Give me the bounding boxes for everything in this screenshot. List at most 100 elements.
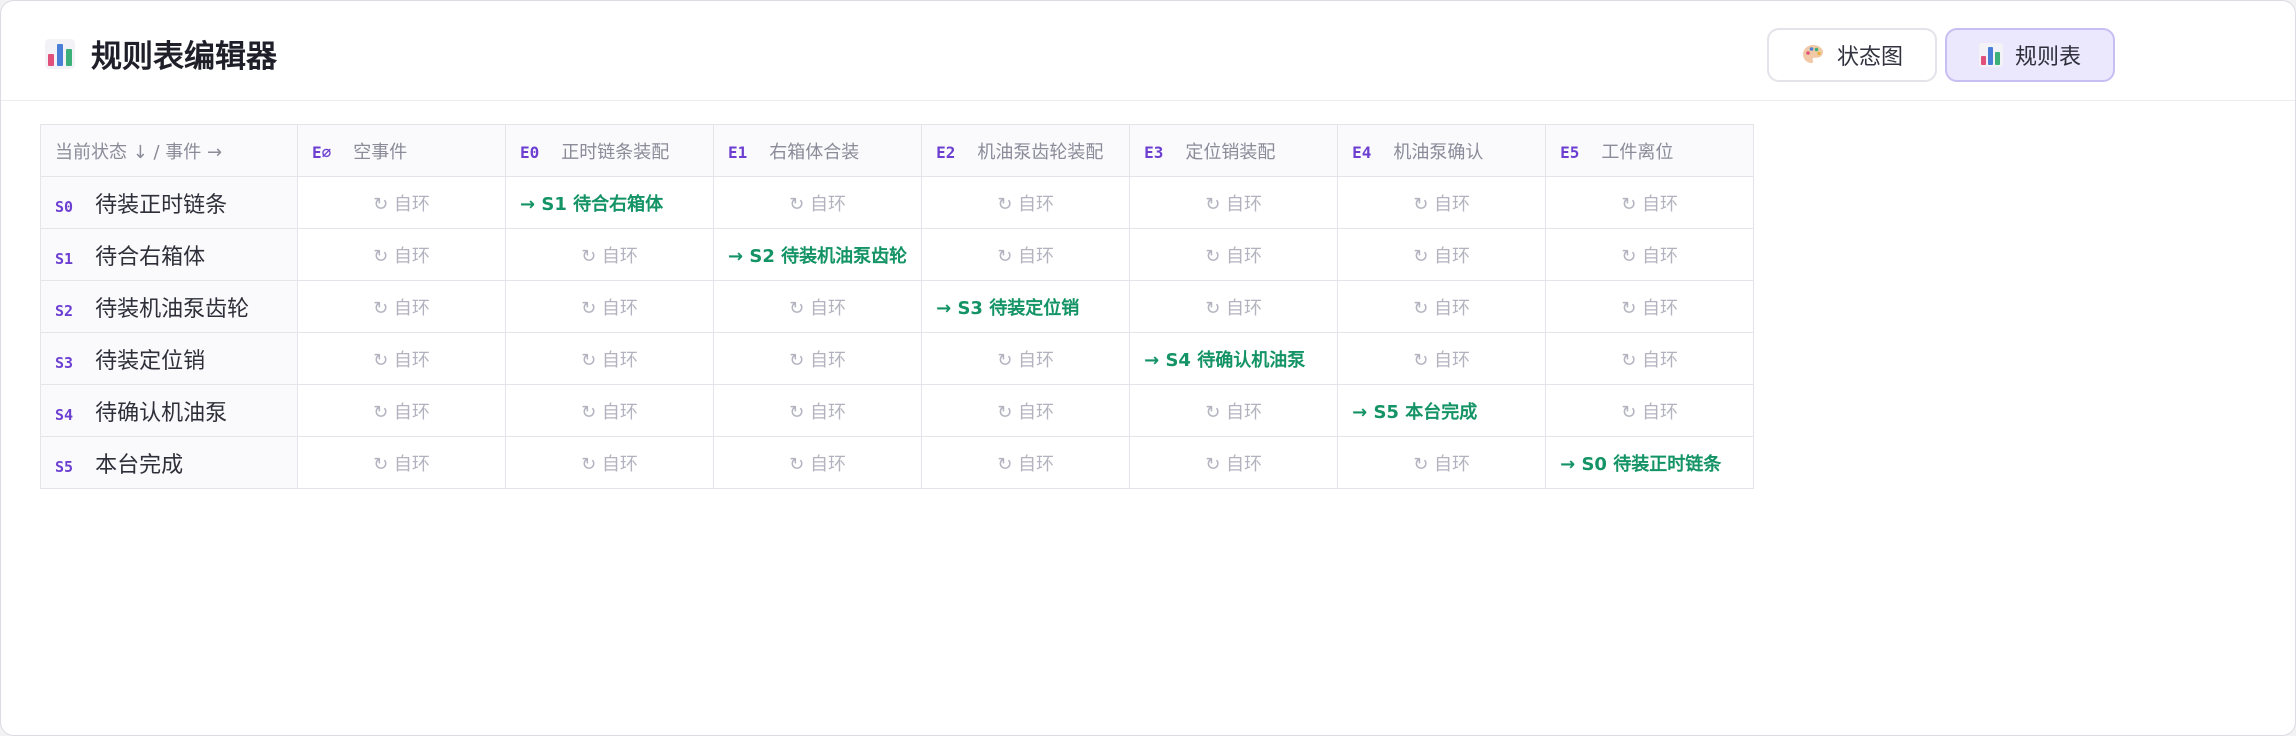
event-header: E4 机油泵确认 — [1337, 124, 1547, 177]
self-loop-cell[interactable]: ↻ 自环 — [1129, 176, 1339, 229]
transition-cell[interactable]: → S3 待装定位销 — [921, 280, 1131, 333]
self-loop-cell[interactable]: ↻ 自环 — [1337, 280, 1547, 333]
state-header: S5 本台完成 — [40, 436, 298, 489]
self-loop-cell[interactable]: ↻ 自环 — [1545, 176, 1755, 229]
event-header: E∅ 空事件 — [297, 124, 506, 177]
state-name: 待合右箱体 — [95, 244, 206, 270]
tab-state-diagram-label: 状态图 — [1836, 45, 1903, 70]
event-name: 右箱体合装 — [769, 141, 860, 163]
self-loop-cell[interactable]: ↻ 自环 — [297, 384, 506, 437]
state-code: S2 — [55, 301, 74, 320]
state-header: S3 待装定位销 — [40, 332, 298, 385]
event-name: 空事件 — [353, 141, 408, 163]
state-name: 待装正时链条 — [95, 192, 228, 218]
page-title-text: 规则表编辑器 — [91, 39, 277, 75]
state-name: 待装机油泵齿轮 — [95, 296, 250, 322]
self-loop-cell[interactable]: ↻ 自环 — [505, 280, 714, 333]
event-code: E∅ — [312, 142, 332, 162]
self-loop-cell[interactable]: ↻ 自环 — [712, 384, 923, 437]
self-loop-cell[interactable]: ↻ 自环 — [1545, 384, 1755, 437]
table-row: S4 待确认机油泵 ↻ 自环 ↻ 自环 ↻ 自环 ↻ 自环 ↻ 自环 → S5 本台完成 ↻ 自… — [40, 384, 1755, 437]
self-loop-cell[interactable]: ↻ 自环 — [712, 332, 923, 385]
self-loop-cell[interactable]: ↻ 自环 — [505, 384, 714, 437]
transition-cell[interactable]: → S0 待装正时链条 — [1545, 436, 1755, 489]
self-loop-cell[interactable]: ↻ 自环 — [921, 436, 1131, 489]
state-name: 待确认机油泵 — [95, 400, 228, 426]
rule-table: 当前状态 ↓ / 事件 → E∅ 空事件 E0 正时链条装配 E1 右箱体合装 E2 机油泵齿… — [40, 124, 1755, 489]
event-code: E5 — [1560, 142, 1580, 162]
corner-header: 当前状态 ↓ / 事件 → — [40, 124, 298, 177]
event-header: E2 机油泵齿轮装配 — [921, 124, 1131, 177]
event-header: E0 正时链条装配 — [505, 124, 714, 177]
table-row: S3 待装定位销 ↻ 自环 ↻ 自环 ↻ 自环 ↻ 自环 → S4 待确认机油泵 ↻ 自环 ↻ … — [40, 332, 1755, 385]
self-loop-cell[interactable]: ↻ 自环 — [297, 332, 506, 385]
self-loop-cell[interactable]: ↻ 自环 — [505, 228, 714, 281]
event-code: E4 — [1352, 142, 1372, 162]
self-loop-cell[interactable]: ↻ 自环 — [505, 332, 714, 385]
self-loop-cell[interactable]: ↻ 自环 — [297, 176, 506, 229]
table-row: S5 本台完成 ↻ 自环 ↻ 自环 ↻ 自环 ↻ 自环 ↻ 自环 ↻ 自环 → S0 待装正时链… — [40, 436, 1755, 489]
self-loop-cell[interactable]: ↻ 自环 — [297, 228, 506, 281]
self-loop-cell[interactable]: ↻ 自环 — [1129, 280, 1339, 333]
transition-cell[interactable]: → S1 待合右箱体 — [505, 176, 714, 229]
event-name: 工件离位 — [1601, 141, 1674, 163]
bar-chart-icon — [1978, 43, 2003, 67]
state-code: S0 — [55, 197, 74, 216]
event-name: 定位销装配 — [1185, 141, 1276, 163]
state-name: 本台完成 — [95, 452, 184, 478]
header: 规则表编辑器 状态图 规则表 — [1, 1, 2295, 101]
self-loop-cell[interactable]: ↻ 自环 — [1545, 332, 1755, 385]
state-header: S0 待装正时链条 — [40, 176, 298, 229]
self-loop-cell[interactable]: ↻ 自环 — [1129, 436, 1339, 489]
transition-cell[interactable]: → S4 待确认机油泵 — [1129, 332, 1339, 385]
self-loop-cell[interactable]: ↻ 自环 — [712, 280, 923, 333]
state-code: S4 — [55, 405, 74, 424]
self-loop-cell[interactable]: ↻ 自环 — [297, 280, 506, 333]
event-code: E2 — [936, 142, 956, 162]
event-name: 正时链条装配 — [561, 141, 670, 163]
self-loop-cell[interactable]: ↻ 自环 — [712, 176, 923, 229]
self-loop-cell[interactable]: ↻ 自环 — [921, 176, 1131, 229]
state-header: S4 待确认机油泵 — [40, 384, 298, 437]
app-window: 规则表编辑器 状态图 规则表 当前状态 ↓ / 事件 → E∅ 空事件 E0 正… — [0, 0, 2296, 736]
event-header: E5 工件离位 — [1545, 124, 1755, 177]
self-loop-cell[interactable]: ↻ 自环 — [1545, 280, 1755, 333]
self-loop-cell[interactable]: ↻ 自环 — [1337, 436, 1547, 489]
self-loop-cell[interactable]: ↻ 自环 — [297, 436, 506, 489]
state-name: 待装定位销 — [95, 348, 206, 374]
event-name: 机油泵确认 — [1393, 141, 1484, 163]
transition-cell[interactable]: → S2 待装机油泵齿轮 — [712, 228, 923, 281]
self-loop-cell[interactable]: ↻ 自环 — [921, 384, 1131, 437]
table-row: S1 待合右箱体 ↻ 自环 ↻ 自环 → S2 待装机油泵齿轮 ↻ 自环 ↻ 自环 ↻ 自环 ↻… — [40, 228, 1755, 281]
view-tabs: 状态图 规则表 — [1767, 28, 2115, 82]
transition-cell[interactable]: → S5 本台完成 — [1337, 384, 1547, 437]
self-loop-cell[interactable]: ↻ 自环 — [1129, 228, 1339, 281]
self-loop-cell[interactable]: ↻ 自环 — [1337, 228, 1547, 281]
event-header: E1 右箱体合装 — [712, 124, 923, 177]
event-code: E0 — [520, 142, 540, 162]
self-loop-cell[interactable]: ↻ 自环 — [712, 436, 923, 489]
self-loop-cell[interactable]: ↻ 自环 — [921, 228, 1131, 281]
tab-state-diagram[interactable]: 状态图 — [1767, 28, 1937, 82]
event-header: E3 定位销装配 — [1129, 124, 1339, 177]
event-code: E1 — [728, 142, 748, 162]
table-header-row: 当前状态 ↓ / 事件 → E∅ 空事件 E0 正时链条装配 E1 右箱体合装 E2 机油泵齿… — [40, 124, 1755, 177]
tab-rule-table[interactable]: 规则表 — [1945, 28, 2115, 82]
palette-icon — [1802, 45, 1823, 63]
self-loop-cell[interactable]: ↻ 自环 — [1337, 332, 1547, 385]
state-code: S5 — [55, 457, 74, 476]
self-loop-cell[interactable]: ↻ 自环 — [921, 332, 1131, 385]
state-header: S1 待合右箱体 — [40, 228, 298, 281]
self-loop-cell[interactable]: ↻ 自环 — [505, 436, 714, 489]
state-code: S3 — [55, 353, 74, 372]
page-title: 规则表编辑器 — [45, 31, 277, 76]
self-loop-cell[interactable]: ↻ 自环 — [1337, 176, 1547, 229]
self-loop-cell[interactable]: ↻ 自环 — [1545, 228, 1755, 281]
event-name: 机油泵齿轮装配 — [977, 141, 1104, 163]
self-loop-cell[interactable]: ↻ 自环 — [1129, 384, 1339, 437]
bar-chart-icon — [45, 38, 75, 69]
table-row: S0 待装正时链条 ↻ 自环 → S1 待合右箱体 ↻ 自环 ↻ 自环 ↻ 自环 ↻ 自环 ↻ … — [40, 176, 1755, 229]
tab-rule-table-label: 规则表 — [2014, 45, 2081, 70]
state-header: S2 待装机油泵齿轮 — [40, 280, 298, 333]
state-code: S1 — [55, 249, 74, 268]
